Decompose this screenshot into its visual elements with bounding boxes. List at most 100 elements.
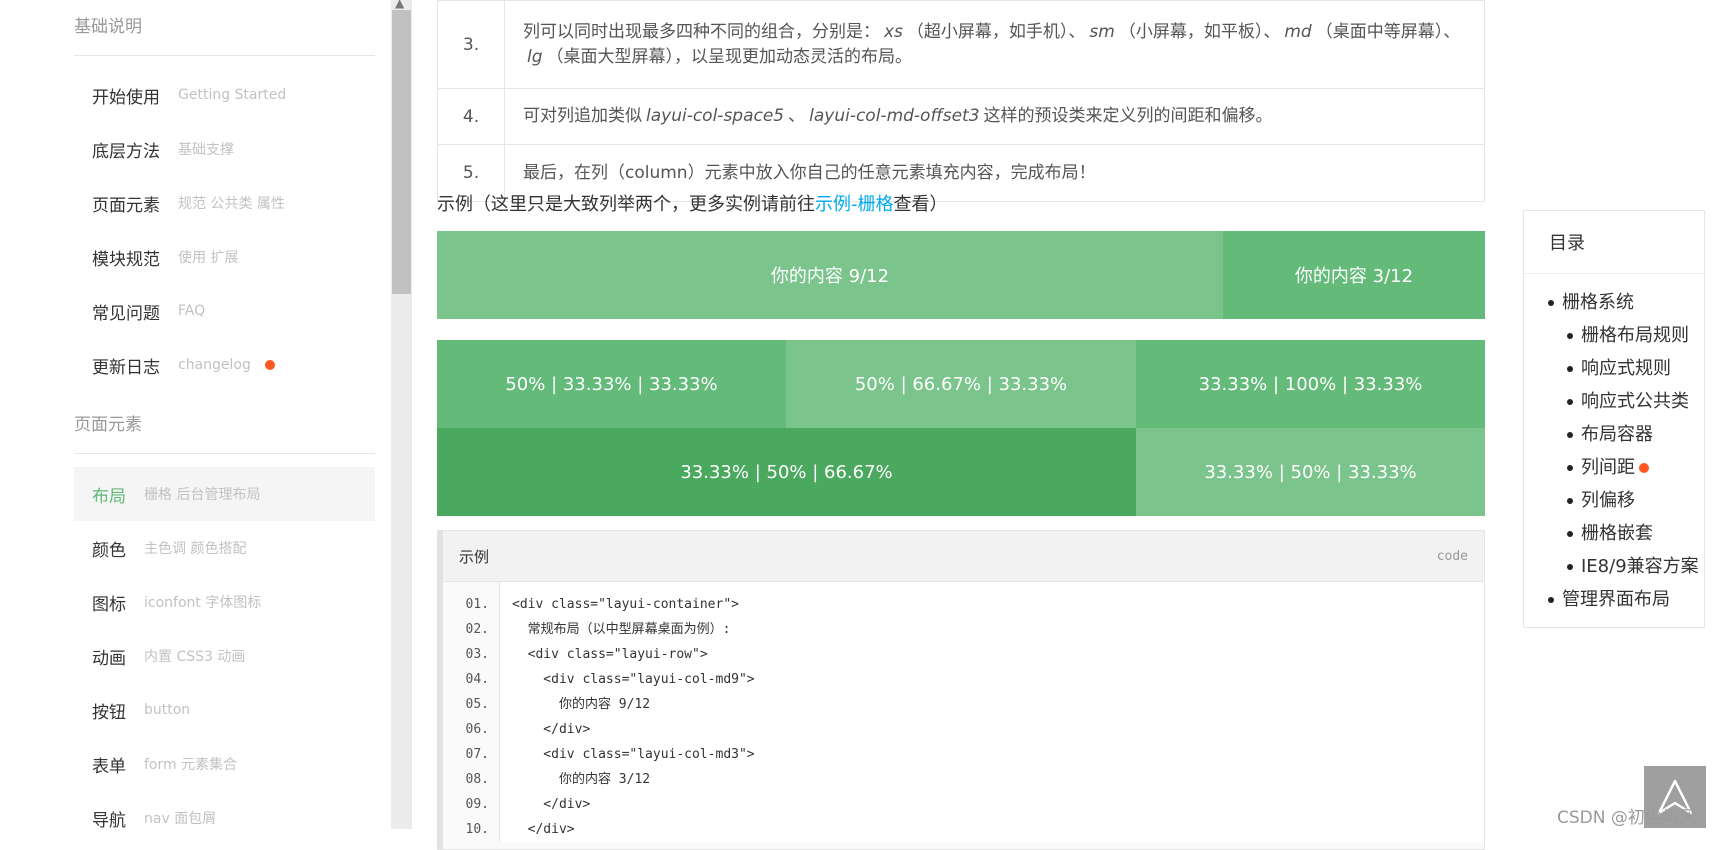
toc-item-admin-layout[interactable]: 管理界面布局 <box>1524 583 1704 616</box>
line-number: 10. <box>465 822 489 837</box>
sidebar-item-button[interactable]: 按钮 button <box>74 683 375 737</box>
code-header: 示例 code <box>443 531 1484 582</box>
code-line: </div> <box>512 722 591 737</box>
sidebar-section-heading: 页面元素 <box>74 415 142 435</box>
line-number: 07. <box>465 747 489 762</box>
sidebar-item-sub: 内置 CSS3 动画 <box>144 649 246 665</box>
code-line: 你的内容 9/12 <box>512 697 651 712</box>
step-number: 4. <box>437 88 505 145</box>
sidebar-item-label: 图标 <box>92 594 126 615</box>
sidebar-item-getting-started[interactable]: 开始使用 Getting Started <box>74 68 375 122</box>
code-line-numbers: 01. 02. 03. 04. 05. 06. 07. 08. 09. 10. <box>443 582 500 842</box>
code-example-box: 示例 code 01. 02. 03. 04. 05. 06. 07. 08. … <box>437 530 1485 850</box>
toc-item-container[interactable]: 布局容器 <box>1524 418 1704 451</box>
code-body: 01. 02. 03. 04. 05. 06. 07. 08. 09. 10. … <box>443 582 1484 842</box>
sidebar-item-label: 开始使用 <box>92 87 160 108</box>
watermark-text: CSDN @初尘屿风 <box>1557 808 1696 828</box>
divider <box>74 453 375 454</box>
toc-item-responsive-classes[interactable]: 响应式公共类 <box>1524 385 1704 418</box>
sidebar-item-sub: changelog <box>178 357 251 373</box>
code-line: <div class="layui-col-md3"> <box>512 747 755 762</box>
divider <box>74 55 375 56</box>
code-lang-label[interactable]: code <box>1437 549 1468 564</box>
sidebar-item-label: 页面元素 <box>92 195 160 216</box>
toc-item-ie-compat[interactable]: IE8/9兼容方案 <box>1524 550 1704 583</box>
sidebar-item-form[interactable]: 表单 form 元素集合 <box>74 737 375 791</box>
toc-item-responsive-rules[interactable]: 响应式规则 <box>1524 352 1704 385</box>
grid-demo-row-3: 33.33% | 50% | 66.67% 33.33% | 50% | 33.… <box>437 428 1485 516</box>
code-line: <div class="layui-container"> <box>512 597 739 612</box>
sidebar-item-animation[interactable]: 动画 内置 CSS3 动画 <box>74 629 375 683</box>
code-line: </div> <box>512 797 591 812</box>
sidebar-item-faq[interactable]: 常见问题 FAQ <box>74 284 375 338</box>
sidebar-item-label: 底层方法 <box>92 141 160 162</box>
code-line: 你的内容 3/12 <box>512 772 651 787</box>
sidebar-item-sub: iconfont 字体图标 <box>144 595 262 611</box>
code-line: <div class="layui-row"> <box>512 647 708 662</box>
sidebar-item-label: 表单 <box>92 756 126 777</box>
toc-title: 目录 <box>1524 211 1704 274</box>
sidebar-item-layout[interactable]: 布局 栅格 后台管理布局 <box>74 467 375 521</box>
sidebar-item-label: 颜色 <box>92 540 126 561</box>
new-badge-dot <box>1639 463 1649 473</box>
grid-cell: 50% | 33.33% | 33.33% <box>437 340 786 428</box>
step-text: 列可以同时出现最多四种不同的组合，分别是： xs （超小屏幕，如手机）、 sm （小屏幕… <box>504 0 1485 89</box>
grid-cell: 33.33% | 50% | 66.67% <box>437 428 1136 516</box>
sidebar-item-label: 常见问题 <box>92 303 160 324</box>
example-grid-link[interactable]: 示例-栅格 <box>815 194 894 215</box>
code-title: 示例 <box>459 547 490 566</box>
table-row: 3. 列可以同时出现最多四种不同的组合，分别是： xs （超小屏幕，如手机）、 sm （… <box>437 0 1485 89</box>
toc-item-grid-nesting[interactable]: 栅格嵌套 <box>1524 517 1704 550</box>
sidebar-item-changelog[interactable]: 更新日志 changelog <box>74 338 375 392</box>
grid-demo-row-1: 你的内容 9/12 你的内容 3/12 <box>437 231 1485 319</box>
sidebar-item-color[interactable]: 颜色 主色调 颜色搭配 <box>74 521 375 575</box>
sidebar-item-nav[interactable]: 导航 nav 面包屑 <box>74 791 375 845</box>
grid-cell: 50% | 66.67% | 33.33% <box>786 340 1136 428</box>
step-number: 3. <box>437 0 505 89</box>
new-badge-dot <box>264 360 275 370</box>
line-number: 02. <box>465 622 489 637</box>
toc-item-col-offset[interactable]: 列偏移 <box>1524 484 1704 517</box>
sidebar-item-sub: FAQ <box>178 303 206 319</box>
code-line: 常规布局（以中型屏幕桌面为例）: <box>512 622 731 637</box>
line-number: 06. <box>465 722 489 737</box>
toc-item-grid-rules[interactable]: 栅格布局规则 <box>1524 319 1704 352</box>
sidebar-item-label: 布局 <box>92 486 126 507</box>
steps-table: 3. 列可以同时出现最多四种不同的组合，分别是： xs （超小屏幕，如手机）、 sm （… <box>437 0 1485 202</box>
line-number: 03. <box>465 647 489 662</box>
sidebar-item-base-methods[interactable]: 底层方法 基础支撑 <box>74 122 375 176</box>
line-number: 05. <box>465 697 489 712</box>
grid-demo-row-2: 50% | 33.33% | 33.33% 50% | 66.67% | 33.… <box>437 340 1485 428</box>
table-row: 4. 可对列追加类似 layui-col-space5、 layui-col-md-… <box>437 88 1485 145</box>
sidebar-scrollbar[interactable] <box>391 0 412 829</box>
sidebar-item-label: 按钮 <box>92 702 126 723</box>
toc-item-col-space[interactable]: 列间距 <box>1524 451 1704 484</box>
step-text: 可对列追加类似 layui-col-space5、 layui-col-md-off… <box>504 88 1485 145</box>
toc-list: 栅格系统 栅格布局规则 响应式规则 响应式公共类 布局容器 列间距 列偏移 栅格… <box>1524 274 1704 616</box>
sidebar-item-sub: button <box>144 702 191 718</box>
sidebar-item-label: 动画 <box>92 648 126 669</box>
sidebar-item-sub: 规范 公共类 属性 <box>178 196 285 212</box>
grid-cell: 33.33% | 100% | 33.33% <box>1136 340 1485 428</box>
sidebar-item-sub: 主色调 颜色搭配 <box>144 541 247 557</box>
line-number: 04. <box>465 672 489 687</box>
sidebar-item-sub: 基础支撑 <box>178 142 234 158</box>
sidebar: 基础说明 开始使用 Getting Started 底层方法 基础支撑 页面元素… <box>0 0 392 831</box>
example-intro: 示例（这里只是大致列举两个，更多实例请前往示例-栅格查看） <box>437 194 948 215</box>
sidebar-item-icon[interactable]: 图标 iconfont 字体图标 <box>74 575 375 629</box>
sidebar-item-sub: Getting Started <box>178 87 287 103</box>
line-number: 01. <box>465 597 489 612</box>
grid-cell: 你的内容 3/12 <box>1223 231 1485 319</box>
sidebar-item-module-spec[interactable]: 模块规范 使用 扩展 <box>74 230 375 284</box>
sidebar-item-label: 更新日志 <box>92 357 160 378</box>
sidebar-item-page-elements[interactable]: 页面元素 规范 公共类 属性 <box>74 176 375 230</box>
code-line: </div> <box>512 822 575 837</box>
sidebar-item-sub: nav 面包屑 <box>144 811 217 827</box>
sidebar-section-heading: 基础说明 <box>74 17 142 37</box>
scroll-up-arrow-icon[interactable]: ▲ <box>395 0 404 10</box>
grid-cell: 33.33% | 50% | 33.33% <box>1136 428 1485 516</box>
sidebar-item-label: 导航 <box>92 810 126 831</box>
scrollbar-thumb[interactable] <box>392 10 411 294</box>
sidebar-item-sub: 使用 扩展 <box>178 250 239 266</box>
toc-item-grid-system[interactable]: 栅格系统 <box>1524 286 1704 319</box>
